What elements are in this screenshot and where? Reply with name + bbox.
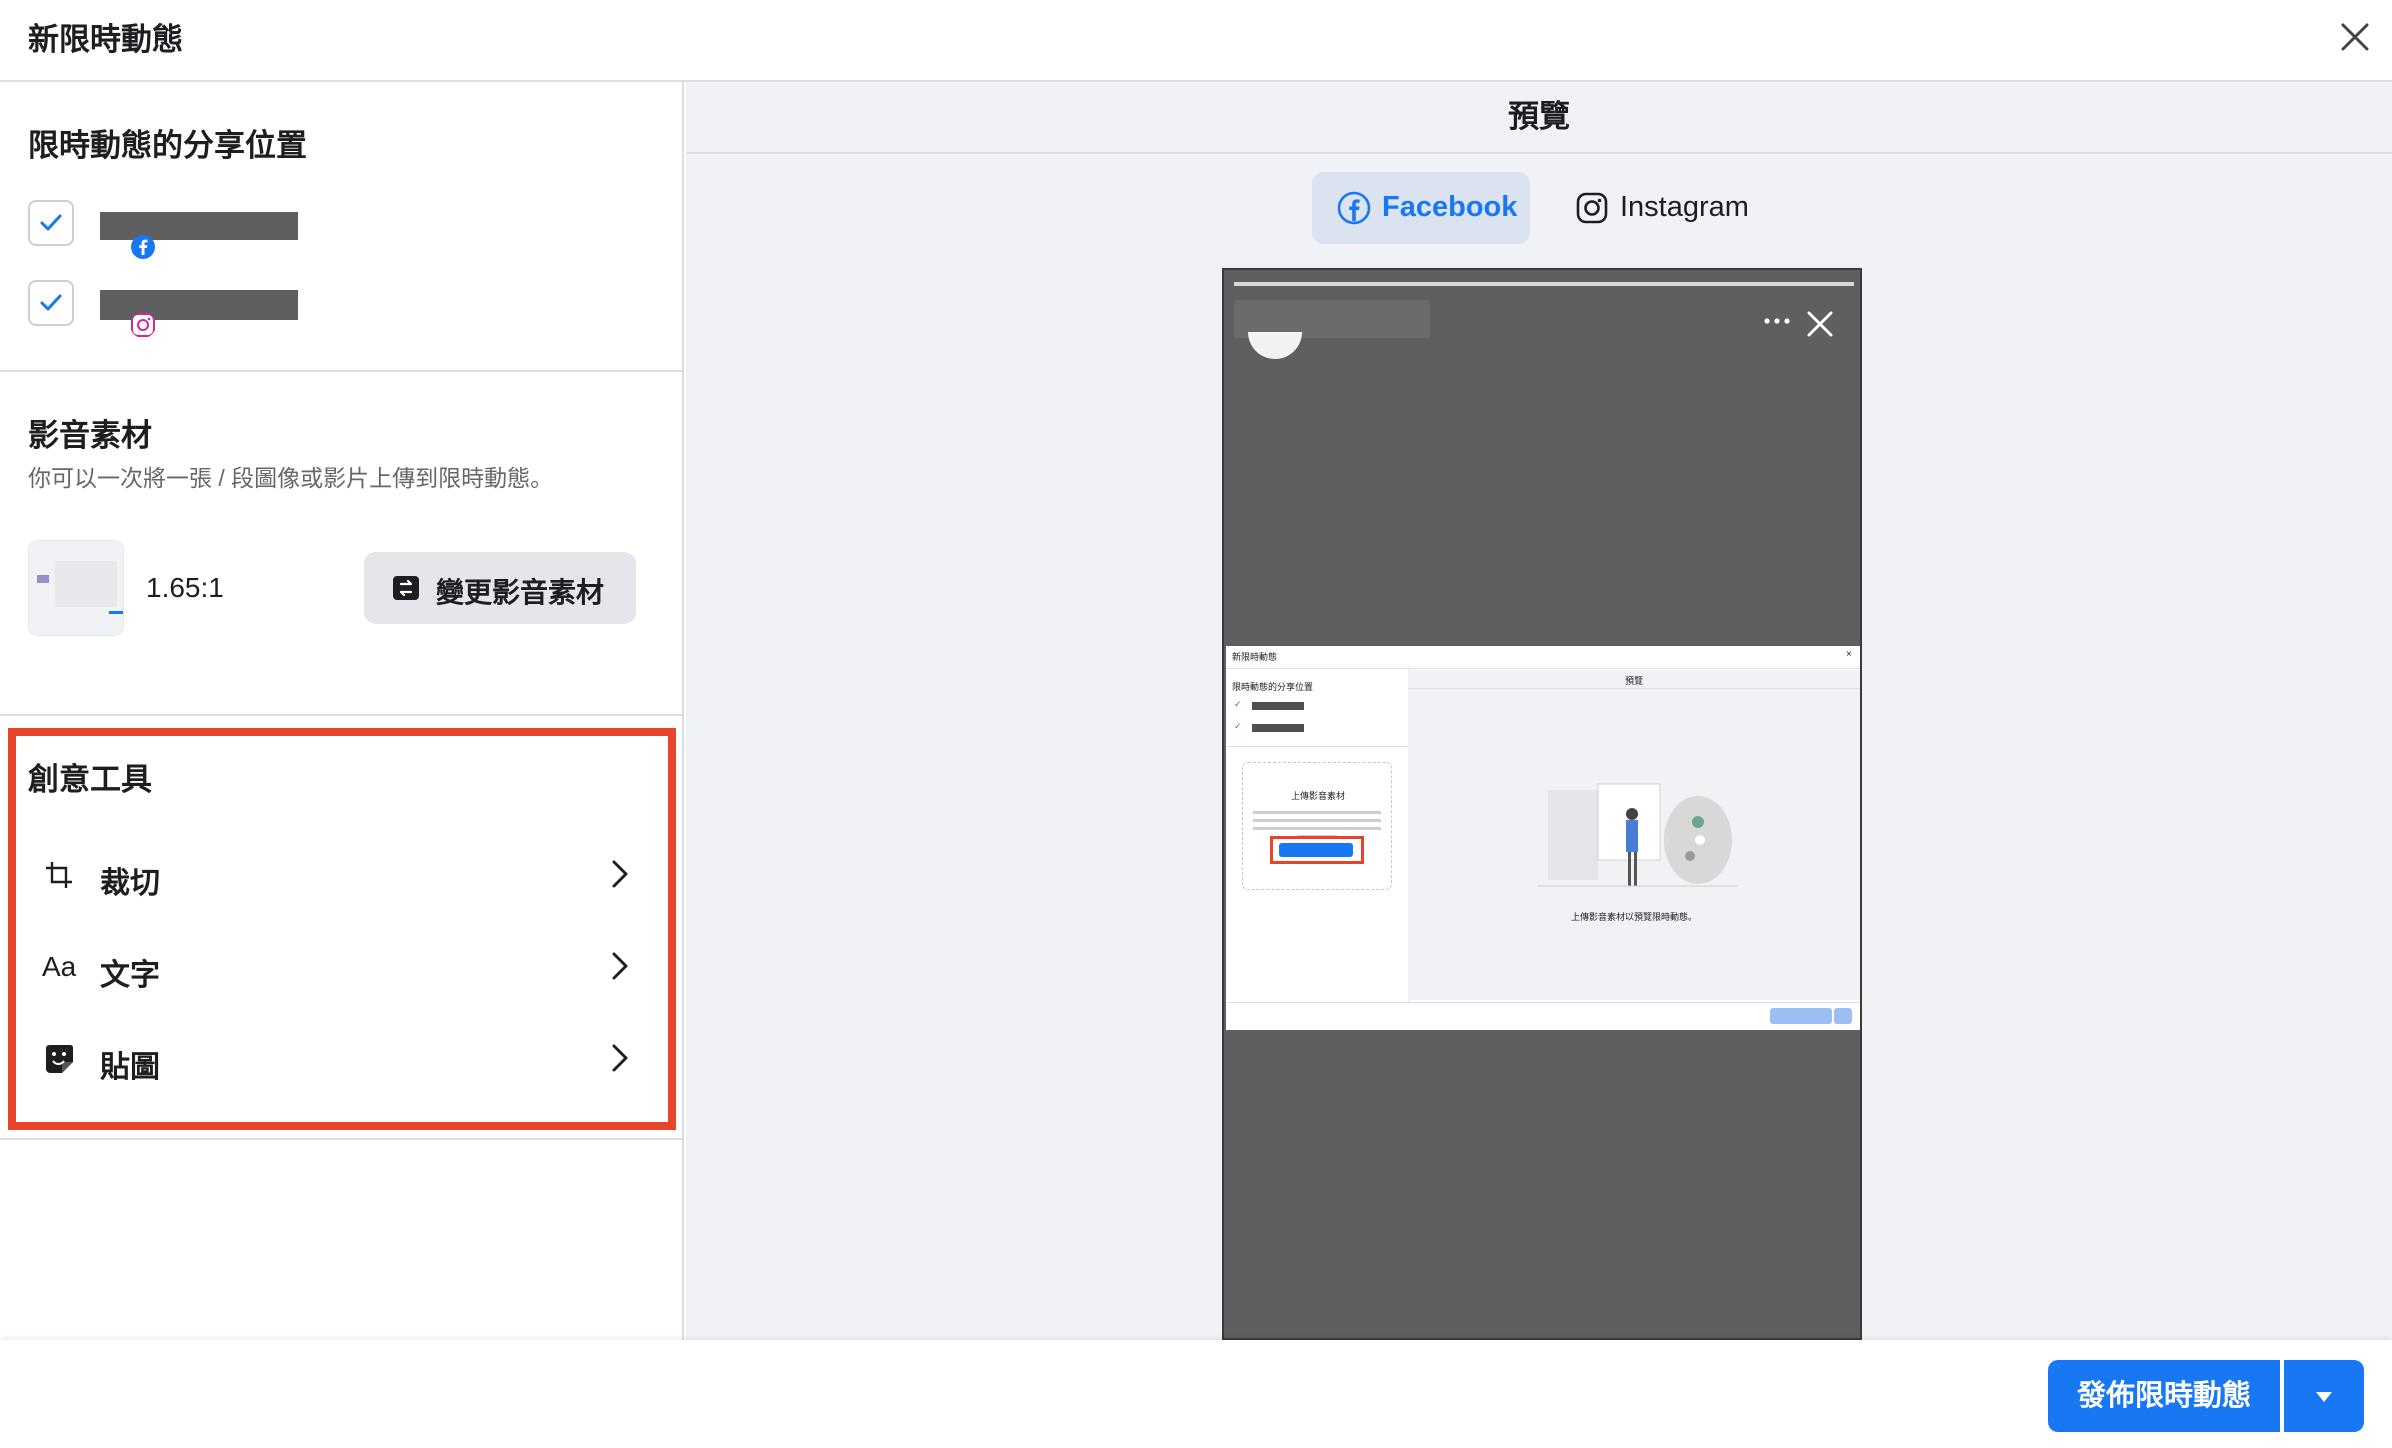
mini-upload-area: 上傳影音素材	[1242, 762, 1392, 890]
section-divider	[0, 714, 682, 716]
upload-illustration	[1538, 783, 1738, 887]
chevron-right-icon	[612, 1044, 628, 1072]
mini-publish-button	[1770, 1008, 1832, 1024]
media-section-description: 你可以一次將一張 / 段圖像或影片上傳到限時動態。	[28, 465, 554, 491]
mini-upload-caption: 上傳影音素材以預覽限時動態。	[1570, 912, 1697, 922]
tool-crop[interactable]: 裁切	[28, 838, 648, 908]
mini-upload-button	[1270, 836, 1364, 864]
share-section-title: 限時動態的分享位置	[28, 128, 307, 163]
tab-label: Facebook	[1382, 191, 1518, 223]
tool-label: 貼圖	[100, 1051, 160, 1084]
publish-options-dropdown[interactable]	[2284, 1360, 2364, 1432]
mini-upload-title: 上傳影音素材	[1290, 791, 1345, 801]
facebook-account-checkbox[interactable]	[28, 200, 74, 246]
dialog-title: 新限時動態	[28, 22, 183, 57]
chevron-right-icon	[612, 952, 628, 980]
story-progress-bar	[1234, 282, 1854, 286]
redacted-account-name	[100, 290, 298, 320]
mini-preview-title: 預覽	[1624, 676, 1643, 686]
instagram-account-checkbox[interactable]	[28, 280, 74, 326]
close-icon[interactable]	[2338, 20, 2372, 54]
mini-publish-dropdown	[1834, 1008, 1852, 1024]
sticker-icon	[46, 1045, 73, 1073]
mini-preview-pane: 預覽 上傳影音素材以預覽限時動態。	[1408, 670, 1860, 1000]
close-icon[interactable]	[1806, 310, 1834, 338]
tab-label: Instagram	[1620, 191, 1749, 223]
tab-facebook[interactable]: Facebook	[1312, 172, 1530, 244]
check-icon	[40, 294, 62, 311]
publish-story-button[interactable]: 發佈限時動態	[2048, 1360, 2280, 1432]
dialog-footer: 發佈限時動態	[0, 1340, 2392, 1448]
section-divider	[0, 1138, 682, 1140]
more-options-icon[interactable]	[1764, 318, 1790, 324]
check-icon	[40, 214, 62, 231]
preview-panel: 預覽 Facebook Instagram 新限時動態 × 限時動態的分享位置 …	[686, 82, 2392, 1340]
instagram-icon	[1576, 192, 1608, 224]
avatar	[1248, 332, 1302, 359]
media-section-title: 影音素材	[28, 418, 152, 453]
facebook-icon	[131, 235, 155, 259]
mini-share-title: 限時動態的分享位置	[1232, 682, 1314, 692]
tool-sticker[interactable]: 貼圖	[28, 1022, 648, 1092]
preview-media-image: 新限時動態 × 限時動態的分享位置 ✓ ✓ 上傳影音素材 預覽 上傳影音素材以預…	[1226, 646, 1860, 1030]
tool-text[interactable]: Aa 文字	[28, 930, 648, 1000]
redacted-account-name	[100, 212, 298, 240]
tool-label: 文字	[100, 959, 160, 992]
media-thumbnail	[28, 540, 124, 636]
tool-label: 裁切	[100, 867, 160, 900]
change-media-label: 變更影音素材	[436, 577, 605, 608]
section-divider	[0, 370, 682, 372]
dialog-header: 新限時動態	[0, 0, 2392, 82]
creative-tools-title: 創意工具	[28, 762, 152, 797]
mini-close-icon: ×	[1846, 649, 1852, 660]
mini-dialog-title: 新限時動態	[1232, 652, 1278, 662]
story-preview: 新限時動態 × 限時動態的分享位置 ✓ ✓ 上傳影音素材 預覽 上傳影音素材以預…	[1222, 268, 1862, 1340]
crop-icon	[46, 862, 72, 888]
text-icon: Aa	[42, 951, 77, 982]
aspect-ratio-label: 1.65:1	[146, 572, 224, 603]
swap-media-icon	[393, 576, 419, 600]
chevron-right-icon	[612, 860, 628, 888]
caret-down-icon	[2316, 1392, 2332, 1402]
instagram-icon	[131, 313, 155, 337]
settings-panel: 限時動態的分享位置 影音素材 你可以一次將一張 / 段圖像或影片上傳到限時動態。…	[0, 82, 684, 1340]
facebook-icon	[1337, 191, 1371, 225]
tab-instagram[interactable]: Instagram	[1550, 172, 1790, 244]
preview-title: 預覽	[686, 82, 2392, 154]
change-media-button[interactable]: 變更影音素材	[364, 552, 636, 624]
